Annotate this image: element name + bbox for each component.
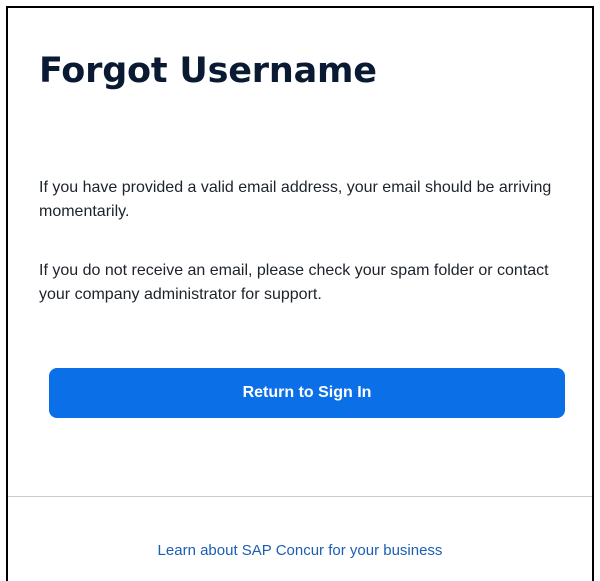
page-title: Forgot Username: [39, 51, 377, 91]
learn-about-sap-concur-link[interactable]: Learn about SAP Concur for your business: [8, 542, 592, 559]
spam-help-message: If you do not receive an email, please c…: [39, 262, 549, 303]
confirmation-message: If you have provided a valid email addre…: [39, 179, 552, 220]
footer-divider: [8, 496, 592, 497]
forgot-username-card: Forgot Username If you have provided a v…: [6, 6, 594, 581]
return-to-sign-in-button[interactable]: Return to Sign In: [49, 368, 565, 418]
